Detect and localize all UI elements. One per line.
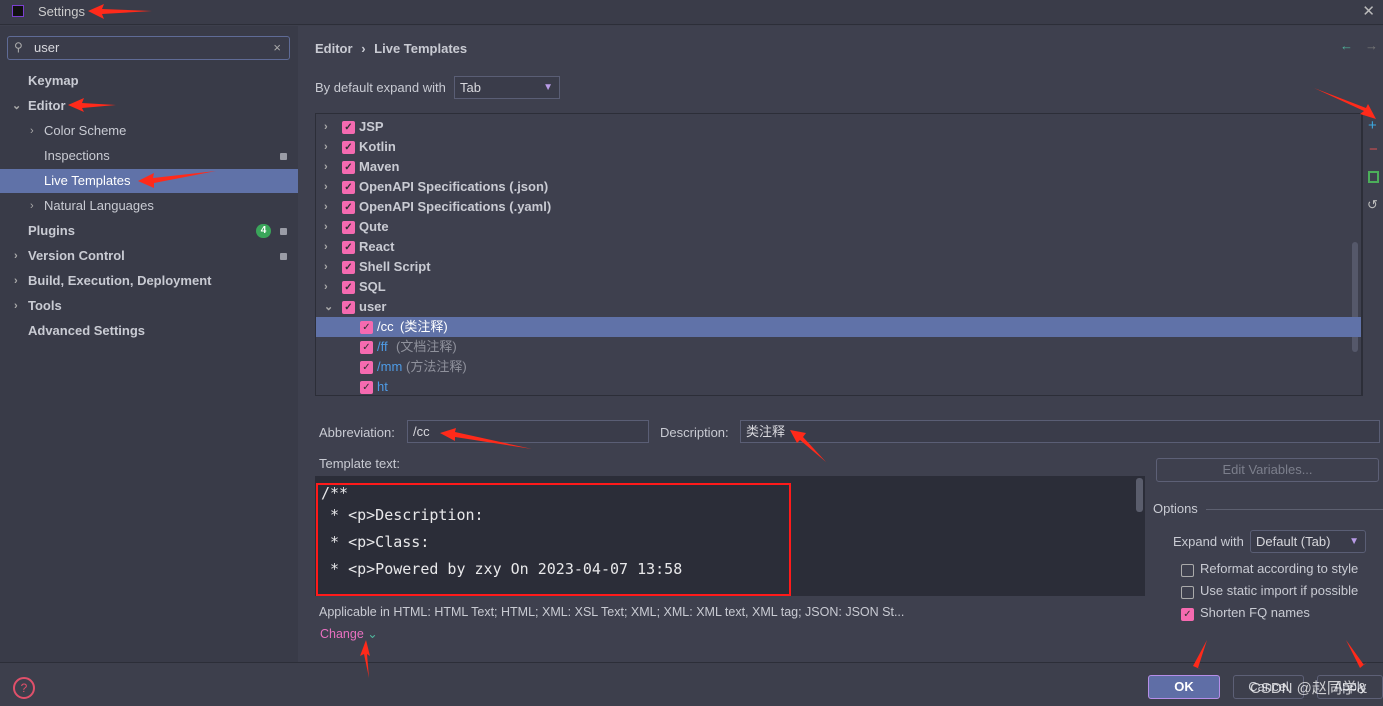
red-arrow-icons xyxy=(68,4,1376,678)
annotation-arrows xyxy=(68,4,1376,678)
